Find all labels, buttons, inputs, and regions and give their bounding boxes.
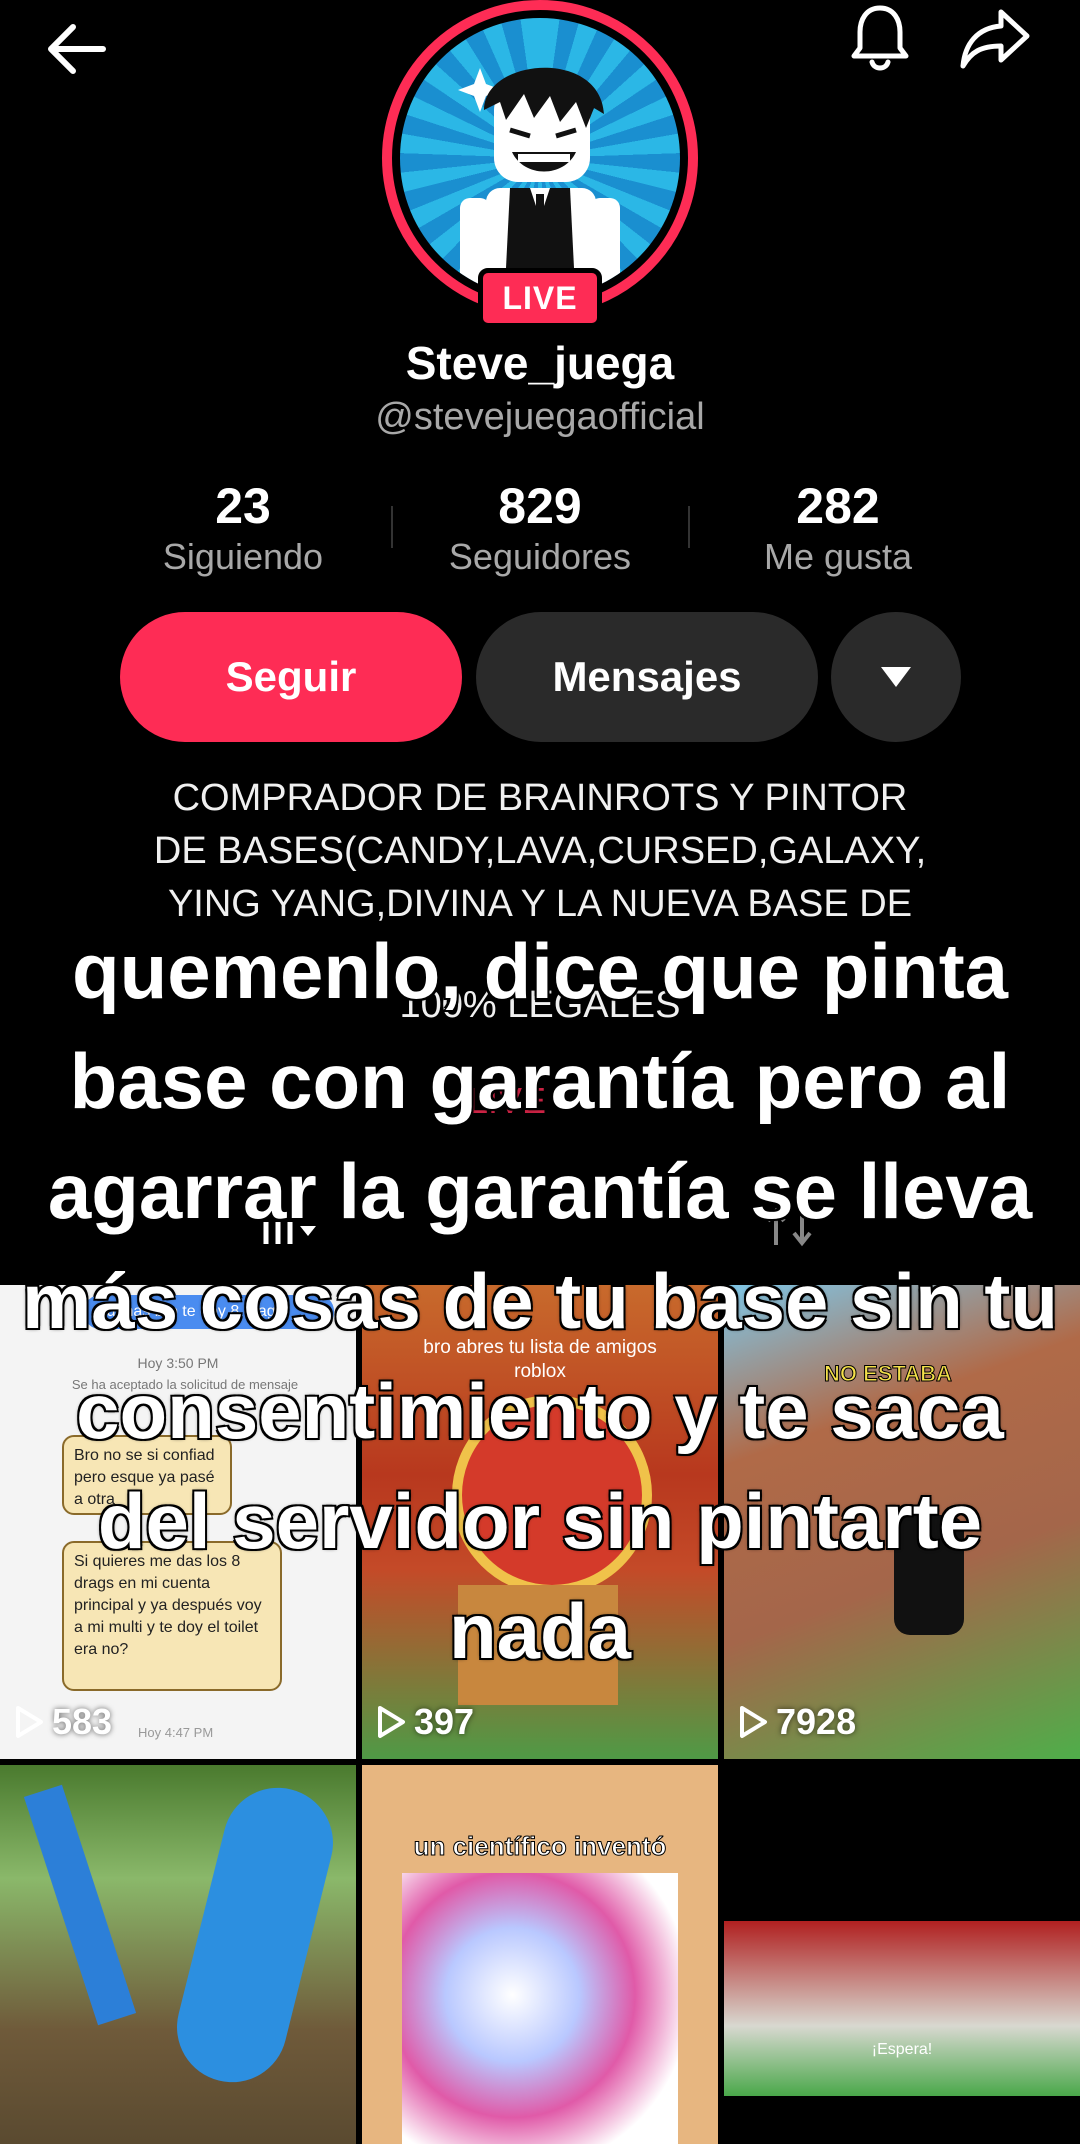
play-icon xyxy=(16,1706,43,1738)
stat-following[interactable]: 23 Siguiendo xyxy=(93,478,393,580)
arrow-left-icon xyxy=(48,24,106,74)
stat-likes[interactable]: 282 Me gusta xyxy=(688,478,988,580)
video-text: un científico inventó xyxy=(413,1831,667,1862)
username-handle: @stevejuegaofficial xyxy=(375,396,705,438)
caret-down-icon xyxy=(881,667,911,687)
following-label: Siguiendo xyxy=(162,536,324,577)
video-thumbnail[interactable]: ¡Espera! xyxy=(724,1765,1080,2144)
view-count: 583 xyxy=(14,1701,112,1743)
stat-followers[interactable]: 829 Seguidores xyxy=(390,478,690,580)
bio-line: COMPRADOR DE BRAINROTS Y PINTOR xyxy=(172,777,908,819)
video-graphic xyxy=(724,1921,1080,2096)
play-icon xyxy=(740,1706,767,1738)
likes-label: Me gusta xyxy=(763,536,913,577)
video-thumbnail[interactable] xyxy=(0,1765,356,2144)
back-button[interactable] xyxy=(36,14,116,84)
view-count: 397 xyxy=(376,1701,474,1743)
video-graphic xyxy=(402,1873,678,2144)
following-count: 23 xyxy=(215,478,271,534)
view-count-value: 397 xyxy=(414,1701,475,1742)
bio-line: DE BASES(CANDY,LAVA,CURSED,GALAXY, xyxy=(153,830,927,872)
likes-count: 282 xyxy=(796,478,880,534)
slide-graphic xyxy=(165,1776,345,2094)
followers-count: 829 xyxy=(498,478,582,534)
slide-graphic xyxy=(23,1784,137,2026)
video-thumbnail[interactable]: un científico inventó xyxy=(362,1765,718,2144)
live-badge[interactable]: LIVE xyxy=(478,268,602,328)
chat-time: Hoy 4:47 PM xyxy=(138,1725,214,1740)
profile-avatar[interactable]: LIVE xyxy=(376,0,704,328)
share-arrow-icon xyxy=(960,9,1030,69)
view-count: 7928 xyxy=(738,1701,856,1743)
share-button[interactable] xyxy=(950,4,1040,74)
follow-button[interactable]: Seguir xyxy=(120,612,462,742)
message-button[interactable]: Mensajes xyxy=(476,612,818,742)
view-count-value: 7928 xyxy=(776,1701,857,1742)
view-count-value: 583 xyxy=(52,1701,113,1742)
display-name: Steve_juega xyxy=(405,337,675,389)
avatar-image xyxy=(400,18,680,298)
more-options-button[interactable] xyxy=(831,612,961,742)
overlay-caption: quemenlo, dice que pinta base con garant… xyxy=(20,926,1059,1677)
bell-icon xyxy=(851,5,909,71)
play-icon xyxy=(378,1706,405,1738)
video-text: ¡Espera! xyxy=(871,2041,933,2058)
followers-label: Seguidores xyxy=(448,536,632,577)
notification-button[interactable] xyxy=(840,0,920,76)
